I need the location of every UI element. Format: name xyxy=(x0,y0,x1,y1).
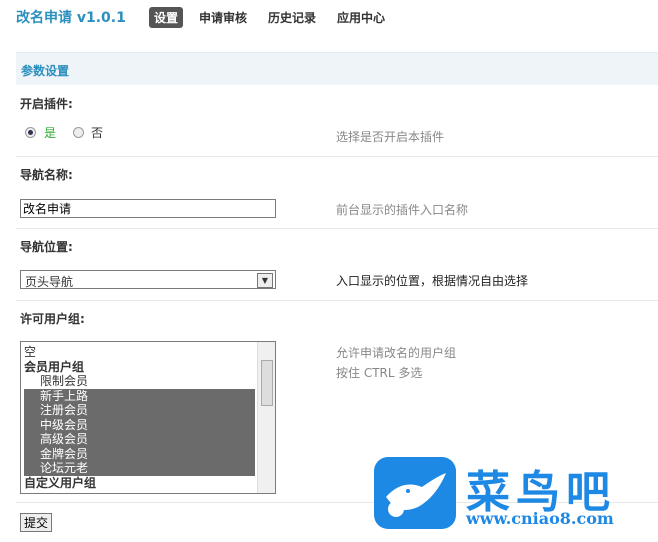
bird-logo-icon xyxy=(374,457,456,529)
tab-app-center[interactable]: 应用中心 xyxy=(332,7,390,28)
divider xyxy=(16,300,658,301)
nav-position-value: 页头导航 xyxy=(25,275,74,289)
nav-position-label: 导航位置: xyxy=(20,240,73,254)
radio-yes[interactable] xyxy=(25,127,36,138)
scrollbar-thumb[interactable] xyxy=(261,360,273,406)
nav-name-desc: 前台显示的插件入口名称 xyxy=(336,203,469,217)
listbox-option[interactable]: 会员用户组 xyxy=(24,360,255,375)
radio-yes-label: 是 xyxy=(44,126,57,140)
nav-name-input[interactable] xyxy=(20,199,276,218)
enable-label: 开启插件: xyxy=(20,97,73,111)
user-groups-desc: 允许申请改名的用户组 xyxy=(336,346,457,360)
listbox-option[interactable]: 注册会员 xyxy=(24,403,255,418)
section-header: 参数设置 xyxy=(16,52,658,85)
tab-history[interactable]: 历史记录 xyxy=(263,7,321,28)
chevron-down-icon[interactable]: ▼ xyxy=(257,273,273,288)
nav-position-select[interactable]: 页头导航 ▼ xyxy=(20,270,276,289)
tab-settings[interactable]: 设置 xyxy=(149,7,184,28)
submit-button[interactable]: 提交 xyxy=(20,513,53,532)
user-groups-listbox[interactable]: 空会员用户组 限制会员 新手上路 注册会员 中级会员 高级会员 金牌会员 论坛元老 自定义用户组 xyxy=(20,341,276,494)
listbox-option[interactable]: 论坛元老 xyxy=(24,461,255,476)
listbox-option[interactable]: 空 xyxy=(24,345,255,360)
radio-no[interactable] xyxy=(73,127,84,138)
listbox-scrollbar[interactable] xyxy=(257,342,275,493)
nav-name-label: 导航名称: xyxy=(20,168,73,182)
app-title: 改名申请 v1.0.1 xyxy=(16,10,126,26)
divider xyxy=(16,156,658,157)
section-title: 参数设置 xyxy=(21,64,70,78)
user-groups-label: 许可用户组: xyxy=(20,312,85,326)
radio-no-label: 否 xyxy=(91,126,104,140)
divider xyxy=(16,228,658,229)
listbox-option[interactable]: 自定义用户组 xyxy=(24,476,255,491)
user-groups-hint: 按住 CTRL 多选 xyxy=(336,366,423,380)
watermark-url: www.cniao8.com xyxy=(466,509,614,528)
tab-review[interactable]: 申请审核 xyxy=(194,7,252,28)
listbox-option[interactable]: 中级会员 xyxy=(24,417,255,432)
listbox-option[interactable]: 新手上路 xyxy=(24,388,255,403)
listbox-option[interactable]: 限制会员 xyxy=(24,374,255,389)
nav-position-desc: 入口显示的位置，根据情况自由选择 xyxy=(336,274,529,288)
listbox-option[interactable]: 高级会员 xyxy=(24,432,255,447)
enable-desc: 选择是否开启本插件 xyxy=(336,130,445,144)
listbox-option[interactable]: 金牌会员 xyxy=(24,446,255,461)
